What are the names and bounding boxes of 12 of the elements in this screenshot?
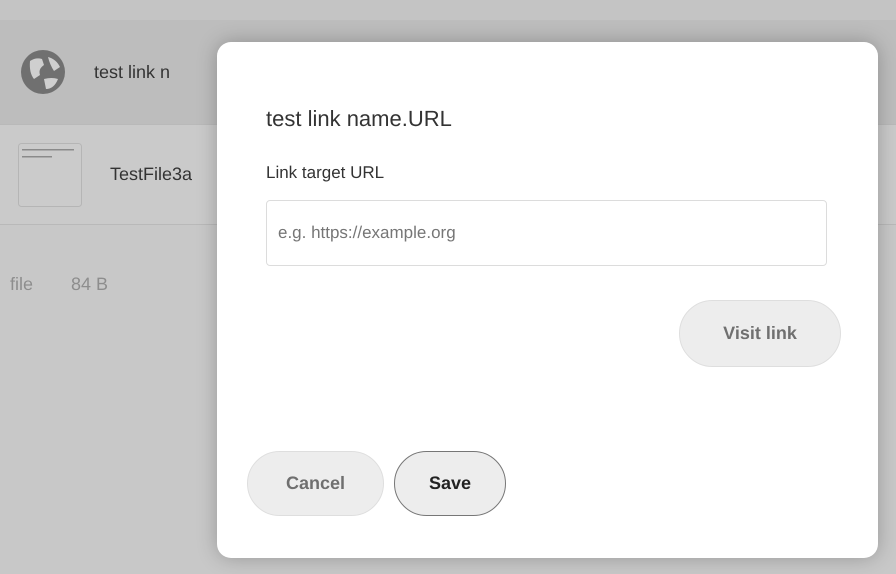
field-label: Link target URL [266, 162, 386, 184]
save-button[interactable]: Save [394, 450, 506, 516]
visit-link-button[interactable]: Visit link [679, 300, 841, 366]
file-count: file [10, 273, 34, 296]
file-size: 84 B [71, 273, 108, 296]
cancel-button[interactable]: Cancel [247, 450, 384, 516]
file-name: test link n [94, 60, 170, 84]
file-thumbnail [18, 142, 82, 206]
dialog-title: test link name.URL [266, 105, 453, 133]
url-input-field[interactable]: e.g. https://example.org [266, 200, 827, 266]
file-name: TestFile3a [110, 163, 192, 186]
globe-icon [20, 49, 66, 95]
